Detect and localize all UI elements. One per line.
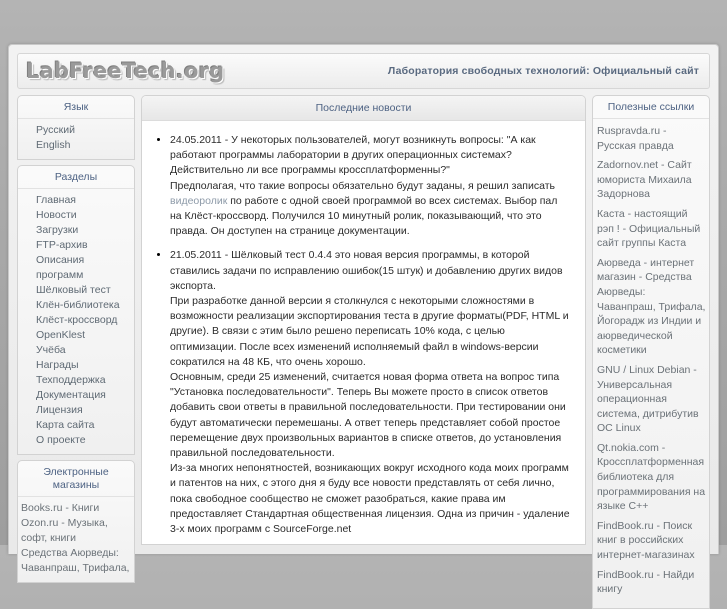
- site-tagline: Лаборатория свободных технологий: Официа…: [387, 65, 699, 77]
- news-paragraph: Из-за многих непонятностей, возникающих …: [170, 462, 570, 536]
- shop-item-ayurveda[interactable]: Средства Аюрведы: Чаванпраш, Трифала,: [18, 546, 134, 576]
- sidebar-item-dokumentaciya[interactable]: Документация: [18, 388, 134, 403]
- sidebar-heading-shops: Электронные магазины: [18, 461, 134, 497]
- sidebar-item-o-proekte[interactable]: О проекте: [18, 433, 134, 448]
- sidebar-list-shops: Books.ru - Книги Ozon.ru - Музыка, софт,…: [18, 497, 134, 582]
- video-link[interactable]: видеоролик: [170, 195, 227, 207]
- link-item-debian[interactable]: GNU / Linux Debian - Универсальная опера…: [593, 363, 709, 436]
- sidebar-item-language[interactable]: English: [18, 138, 134, 153]
- sidebar-item-nagrady[interactable]: Награды: [18, 358, 134, 373]
- news-text: по работе с одной своей программой во вс…: [170, 194, 558, 238]
- site-header: LabFreeTech.org Лаборатория свободных те…: [17, 53, 710, 89]
- sidebar-item-glavnaya[interactable]: Главная: [18, 193, 134, 208]
- useful-links-list: Ruspravda.ru - Русская правда Zadornov.n…: [593, 119, 709, 608]
- link-item-zadornov[interactable]: Zadornov.net - Сайт юмориста Михаила Зад…: [593, 158, 709, 202]
- site-logo[interactable]: LabFreeTech.org: [26, 59, 224, 83]
- news-list: 24.05.2011 - У некоторых пользователей, …: [148, 133, 571, 544]
- link-item-kasta[interactable]: Каста - настоящий рэп ! - Официальный са…: [593, 207, 709, 251]
- link-item-ruspravda[interactable]: Ruspravda.ru - Русская правда: [593, 124, 709, 153]
- sidebar-list-sections: Главная Новости Загрузки FTP-архив Описа…: [18, 189, 134, 454]
- sidebar-heading-language: Язык: [18, 96, 134, 119]
- sidebar-left: Язык Русский English Разделы Главная Нов…: [17, 95, 135, 583]
- sidebar-item-ucheba[interactable]: Учёба: [18, 343, 134, 358]
- sidebar-item-zagruzki[interactable]: Загрузки: [18, 223, 134, 238]
- sidebar-item-language[interactable]: Русский: [18, 123, 134, 138]
- sidebar-item-opisaniya-programm[interactable]: Описания программ: [18, 253, 134, 283]
- sidebar-right: Полезные ссылки Ruspravda.ru - Русская п…: [592, 95, 710, 609]
- link-item-ayurveda[interactable]: Аюрведа - интернет магазин - Средства Аю…: [593, 256, 709, 358]
- link-item-findbook-2[interactable]: FindBook.ru - Найди книгу: [593, 568, 709, 597]
- content-columns: Язык Русский English Разделы Главная Нов…: [17, 95, 710, 609]
- sidebar-item-techpodderzhka[interactable]: Техподдержка: [18, 373, 134, 388]
- news-item: 21.05.2011 - Шёлковый тест 0.4.4 это нов…: [170, 248, 571, 537]
- sidebar-heading-sections: Разделы: [18, 166, 134, 189]
- news-paragraph: При разработке данной версии я столкнулс…: [170, 295, 569, 368]
- sidebar-item-licenziya[interactable]: Лицензия: [18, 403, 134, 418]
- sidebar-heading-useful-links: Полезные ссылки: [593, 96, 709, 119]
- news-body: 24.05.2011 - У некоторых пользователей, …: [142, 121, 585, 544]
- sidebar-item-novosti[interactable]: Новости: [18, 208, 134, 223]
- sidebar-block-sections: Разделы Главная Новости Загрузки FTP-арх…: [17, 165, 135, 455]
- link-item-findbook[interactable]: FindBook.ru - Поиск книг в российских ин…: [593, 519, 709, 563]
- news-text: Предполагая, что такие вопросы обязатель…: [170, 179, 555, 192]
- news-paragraph: Основным, среди 25 изменений, считается …: [170, 371, 566, 460]
- sidebar-item-klest-krossvord[interactable]: Клёст-кроссворд: [18, 313, 134, 328]
- sidebar-block-shops: Электронные магазины Books.ru - Книги Oz…: [17, 460, 135, 583]
- shop-item-books-ru[interactable]: Books.ru - Книги: [18, 501, 134, 516]
- sidebar-item-shelkovyj-test[interactable]: Шёлковый тест: [18, 283, 134, 298]
- sidebar-item-ftp-arhiv[interactable]: FTP-архив: [18, 238, 134, 253]
- page-container: LabFreeTech.org Лаборатория свободных те…: [8, 44, 719, 609]
- sidebar-item-openklest[interactable]: OpenKlest: [18, 328, 134, 343]
- main-panel-title: Последние новости: [142, 96, 585, 121]
- main-content-panel: Последние новости 24.05.2011 - У некотор…: [141, 95, 586, 545]
- news-paragraph: 21.05.2011 - Шёлковый тест 0.4.4 это нов…: [170, 249, 563, 292]
- sidebar-item-karta-sajta[interactable]: Карта сайта: [18, 418, 134, 433]
- sidebar-list-language: Русский English: [18, 119, 134, 159]
- news-paragraph: 24.05.2011 - У некоторых пользователей, …: [170, 134, 536, 177]
- sidebar-item-klen-biblioteka[interactable]: Клён-библиотека: [18, 298, 134, 313]
- sidebar-block-language: Язык Русский English: [17, 95, 135, 160]
- news-item: 24.05.2011 - У некоторых пользователей, …: [170, 133, 571, 239]
- shop-item-ozon-ru[interactable]: Ozon.ru - Музыка, софт, книги: [18, 516, 134, 546]
- link-item-qt-nokia[interactable]: Qt.nokia.com - Кроссплатформенная библио…: [593, 441, 709, 514]
- news-paragraph: Предполагая, что такие вопросы обязатель…: [170, 179, 571, 240]
